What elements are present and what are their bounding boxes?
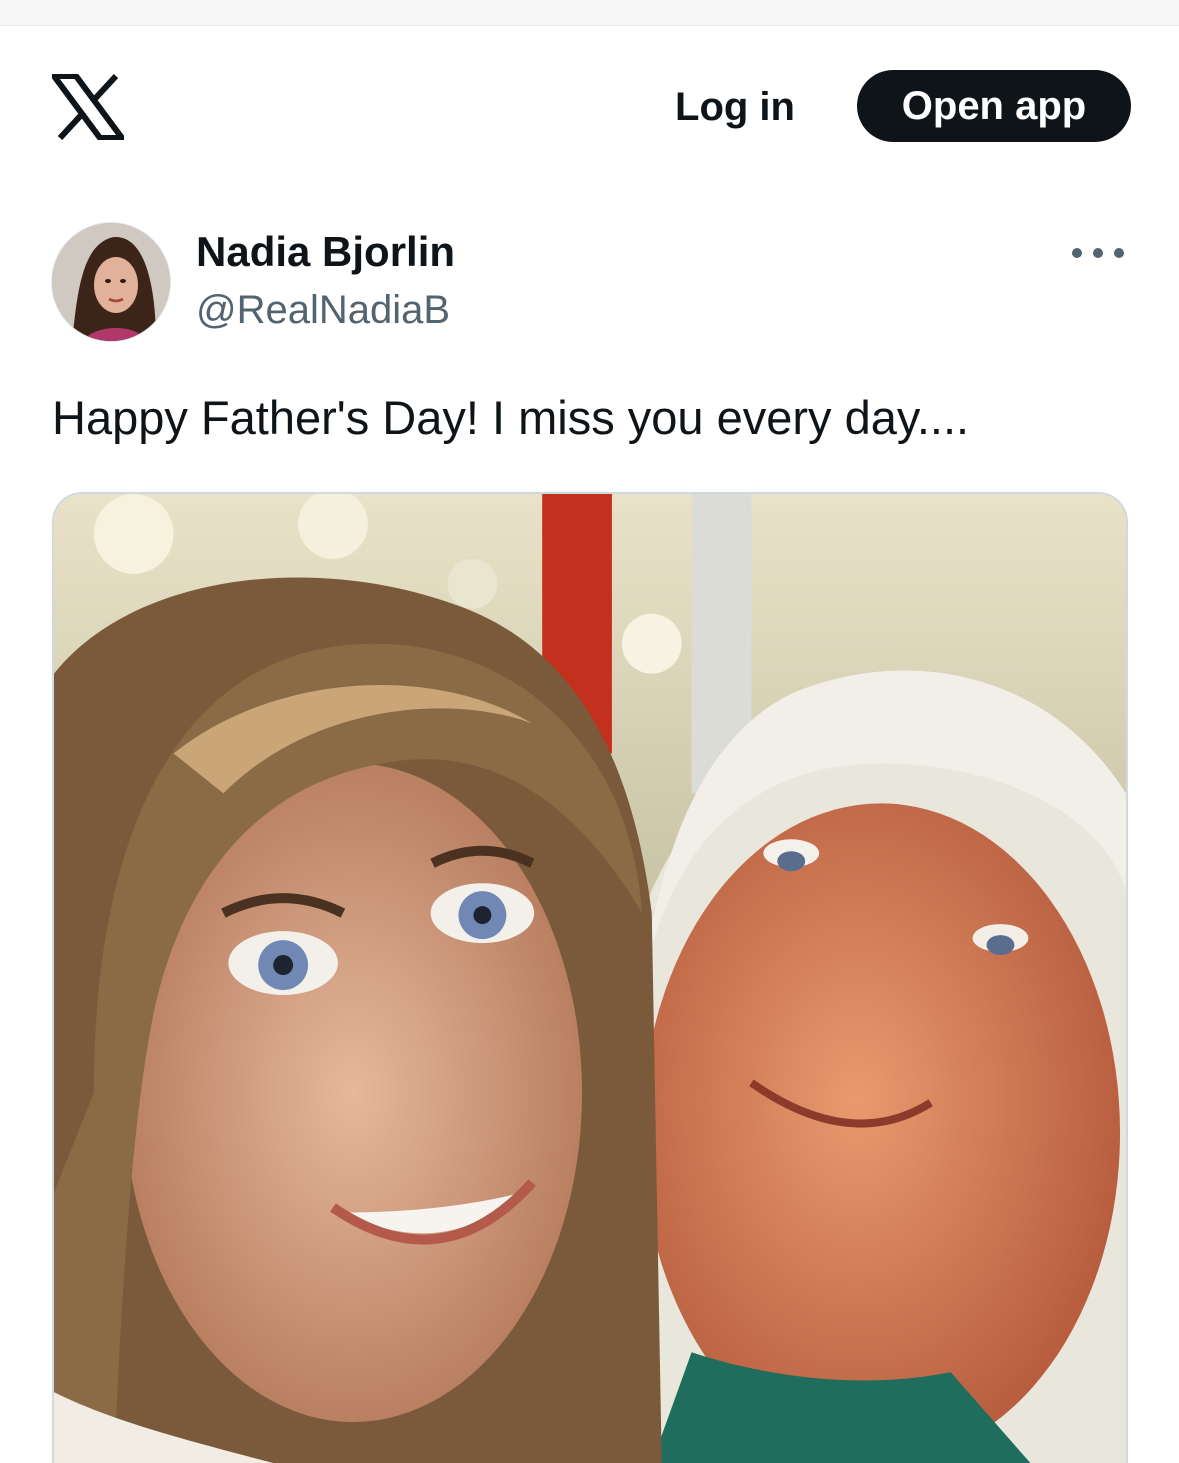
more-dot: [1072, 248, 1082, 258]
avatar-photo: [52, 223, 170, 341]
author-avatar[interactable]: [51, 222, 171, 342]
site-header: Log in Open app: [0, 26, 1179, 186]
photo-image: [54, 494, 1126, 1463]
login-link[interactable]: Log in: [660, 82, 810, 132]
browser-top-strip: [0, 0, 1179, 26]
more-dot: [1093, 248, 1103, 258]
more-dot: [1114, 248, 1124, 258]
author-handle[interactable]: @RealNadiaB: [196, 288, 450, 333]
tweet-author-row: Nadia Bjorlin @RealNadiaB: [0, 220, 1179, 350]
tweet-text: Happy Father's Day! I miss you every day…: [52, 391, 970, 444]
x-logo-icon[interactable]: [52, 74, 124, 140]
tweet-photo[interactable]: [52, 492, 1128, 1463]
open-app-button[interactable]: Open app: [857, 70, 1131, 142]
more-options-icon[interactable]: [1072, 238, 1124, 268]
author-display-name[interactable]: Nadia Bjorlin: [196, 228, 455, 276]
